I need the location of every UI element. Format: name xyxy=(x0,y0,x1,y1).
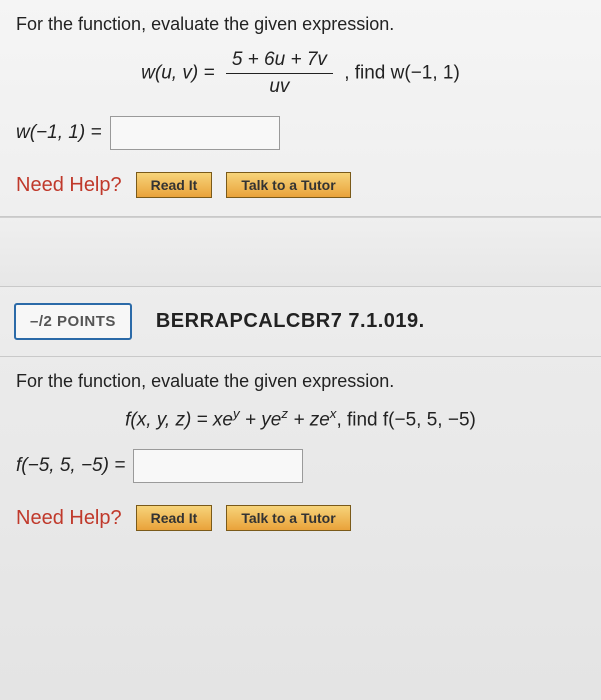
answer-label: f(−5, 5, −5) = xyxy=(16,455,125,477)
answer-row: w(−1, 1) = xyxy=(16,116,585,150)
question-prompt: For the function, evaluate the given exp… xyxy=(16,371,585,392)
mid1: + ye xyxy=(240,409,282,430)
points-badge: –/2 POINTS xyxy=(14,303,132,340)
talk-to-tutor-button[interactable]: Talk to a Tutor xyxy=(226,505,350,531)
answer-row: f(−5, 5, −5) = xyxy=(16,449,585,483)
function-definition: w(u, v) = 5 + 6u + 7v uv , find w(−1, 1) xyxy=(16,49,585,98)
help-row: Need Help? Read It Talk to a Tutor xyxy=(16,505,585,531)
find-text: , find w(−1, 1) xyxy=(344,63,460,84)
lhs: w(u, v) = xyxy=(141,63,220,84)
read-it-button[interactable]: Read It xyxy=(136,172,213,198)
question-prompt: For the function, evaluate the given exp… xyxy=(16,14,585,35)
exp-y: y xyxy=(233,406,240,421)
assignment-id: BERRAPCALCBR7 7.1.019. xyxy=(156,310,425,333)
read-it-button[interactable]: Read It xyxy=(136,505,213,531)
fraction: 5 + 6u + 7v uv xyxy=(226,49,333,98)
points-row: –/2 POINTS BERRAPCALCBR7 7.1.019. xyxy=(0,287,601,357)
find-text: , find f(−5, 5, −5) xyxy=(336,409,475,430)
help-row: Need Help? Read It Talk to a Tutor xyxy=(16,172,585,198)
need-help-label: Need Help? xyxy=(16,174,122,197)
question-2: For the function, evaluate the given exp… xyxy=(0,357,601,549)
numerator: 5 + 6u + 7v xyxy=(226,49,333,74)
function-definition: f(x, y, z) = xey + yez + zex, find f(−5,… xyxy=(16,406,585,431)
need-help-label: Need Help? xyxy=(16,507,122,530)
answer-label: w(−1, 1) = xyxy=(16,122,102,144)
mid2: + ze xyxy=(288,409,330,430)
func-prefix: f(x, y, z) = xe xyxy=(125,409,233,430)
answer-input[interactable] xyxy=(133,449,303,483)
talk-to-tutor-button[interactable]: Talk to a Tutor xyxy=(226,172,350,198)
denominator: uv xyxy=(226,74,333,98)
answer-input[interactable] xyxy=(110,116,280,150)
question-1: For the function, evaluate the given exp… xyxy=(0,0,601,217)
section-divider xyxy=(0,217,601,287)
